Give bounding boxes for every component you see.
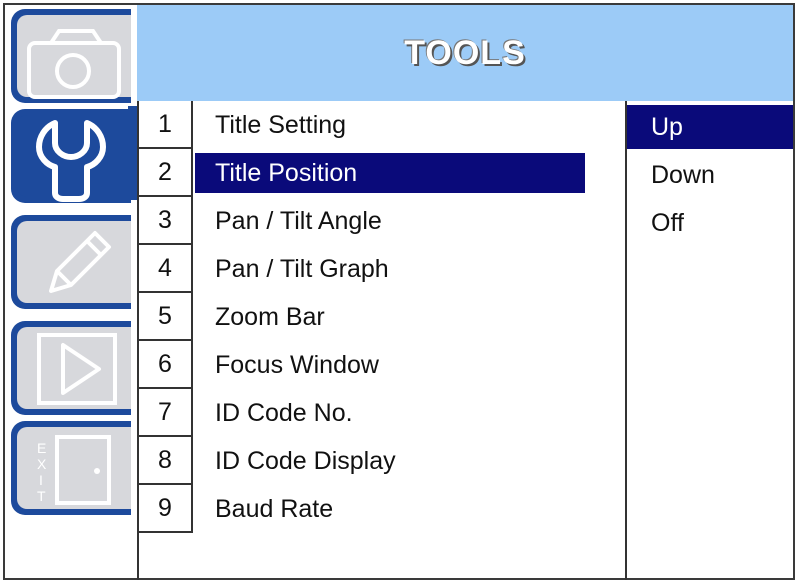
page-title: TOOLS — [404, 33, 526, 72]
tab-exit[interactable]: E X I T — [11, 421, 131, 515]
menu-item-number: 3 — [137, 197, 193, 245]
svg-text:E: E — [37, 440, 46, 456]
page-header: TOOLS — [137, 5, 793, 101]
svg-text:X: X — [37, 456, 47, 472]
menu-item-label: Title Position — [195, 153, 585, 193]
camera-icon — [27, 29, 121, 99]
menu-item-number: 7 — [137, 389, 193, 437]
tab-tools[interactable] — [11, 109, 131, 203]
exit-icon: E X I T — [37, 435, 111, 505]
tab-edit[interactable] — [11, 215, 131, 309]
menu-item-9[interactable]: 9 Baud Rate — [137, 485, 625, 533]
menu-item-number: 8 — [137, 437, 193, 485]
option-down[interactable]: Down — [627, 153, 793, 197]
svg-text:I: I — [39, 472, 43, 488]
active-tab-connector — [128, 106, 137, 200]
wrench-icon — [36, 120, 106, 202]
menu-item-label: Title Setting — [215, 110, 347, 139]
sidebar: E X I T — [3, 3, 137, 580]
menu-item-number: 6 — [137, 341, 193, 389]
menu-item-label: Pan / Tilt Graph — [215, 254, 389, 283]
option-off[interactable]: Off — [627, 201, 793, 245]
svg-text:T: T — [37, 488, 46, 504]
menu-item-5[interactable]: 5 Zoom Bar — [137, 293, 625, 341]
option-up[interactable]: Up — [627, 105, 793, 149]
menu-item-4[interactable]: 4 Pan / Tilt Graph — [137, 245, 625, 293]
tab-camera[interactable] — [11, 9, 131, 103]
menu-item-2[interactable]: 2 Title Position — [137, 149, 625, 197]
menu-item-label: ID Code Display — [215, 446, 396, 475]
menu-item-7[interactable]: 7 ID Code No. — [137, 389, 625, 437]
play-icon — [37, 333, 117, 405]
menu-item-1[interactable]: 1 Title Setting — [137, 101, 625, 149]
menu-item-number: 9 — [137, 485, 193, 533]
menu-item-3[interactable]: 3 Pan / Tilt Angle — [137, 197, 625, 245]
menu-item-number: 5 — [137, 293, 193, 341]
tab-play[interactable] — [11, 321, 131, 415]
menu-item-label: ID Code No. — [215, 398, 353, 427]
menu-item-label: Zoom Bar — [215, 302, 325, 331]
menu-item-number: 4 — [137, 245, 193, 293]
pencil-icon — [49, 231, 111, 293]
menu-item-number: 1 — [137, 101, 193, 149]
menu-item-6[interactable]: 6 Focus Window — [137, 341, 625, 389]
menu-item-8[interactable]: 8 ID Code Display — [137, 437, 625, 485]
menu-item-number: 2 — [137, 149, 193, 197]
menu-item-label: Pan / Tilt Angle — [215, 206, 382, 235]
menu-item-label: Focus Window — [215, 350, 379, 379]
menu-item-label: Baud Rate — [215, 494, 334, 523]
